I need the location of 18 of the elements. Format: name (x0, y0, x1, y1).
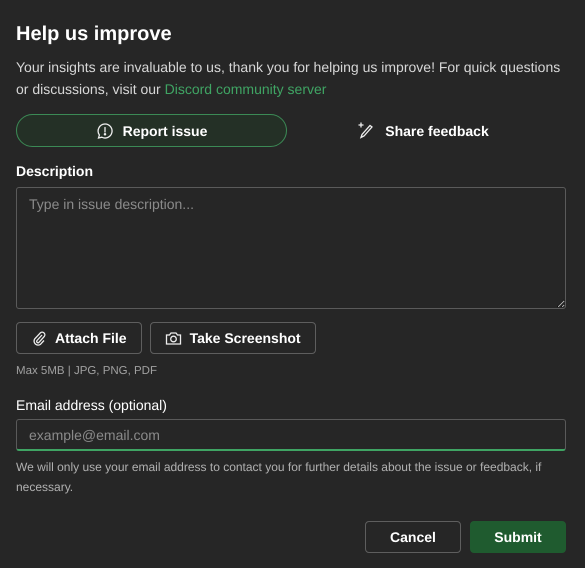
field-label: Description (16, 162, 94, 180)
tab[interactable]: Share feedback (287, 114, 558, 147)
camera-icon (164, 330, 182, 346)
discord-link[interactable]: Discord community server (164, 81, 326, 97)
dialog-button[interactable]: Cancel (365, 521, 461, 553)
file-limit-hint: Max 5MB | JPG, PNG, PDF (16, 365, 158, 377)
field-label: Email address (optional) (16, 396, 168, 414)
email-field[interactable]: example@email.com (16, 419, 566, 451)
paperclip-icon (31, 330, 47, 346)
attach-button[interactable]: Take Screenshot (150, 322, 316, 354)
attach-button[interactable]: Attach File (16, 322, 142, 354)
dialog-button[interactable]: Submit (470, 521, 566, 553)
email-help-text: We will only use your email address to contact you for further details about the issue or feedback, if necessary. (16, 459, 542, 496)
dialog-title: Help us improve (16, 22, 173, 47)
tab[interactable]: Report issue (16, 114, 287, 147)
speech-bubble-icon (96, 122, 114, 140)
intro-text: Your insights are invaluable to us, thank you for helping us improve! For quick questions or discussions, visit our Discord community server (16, 58, 562, 99)
description-field[interactable]: Type in issue description... (16, 187, 566, 309)
